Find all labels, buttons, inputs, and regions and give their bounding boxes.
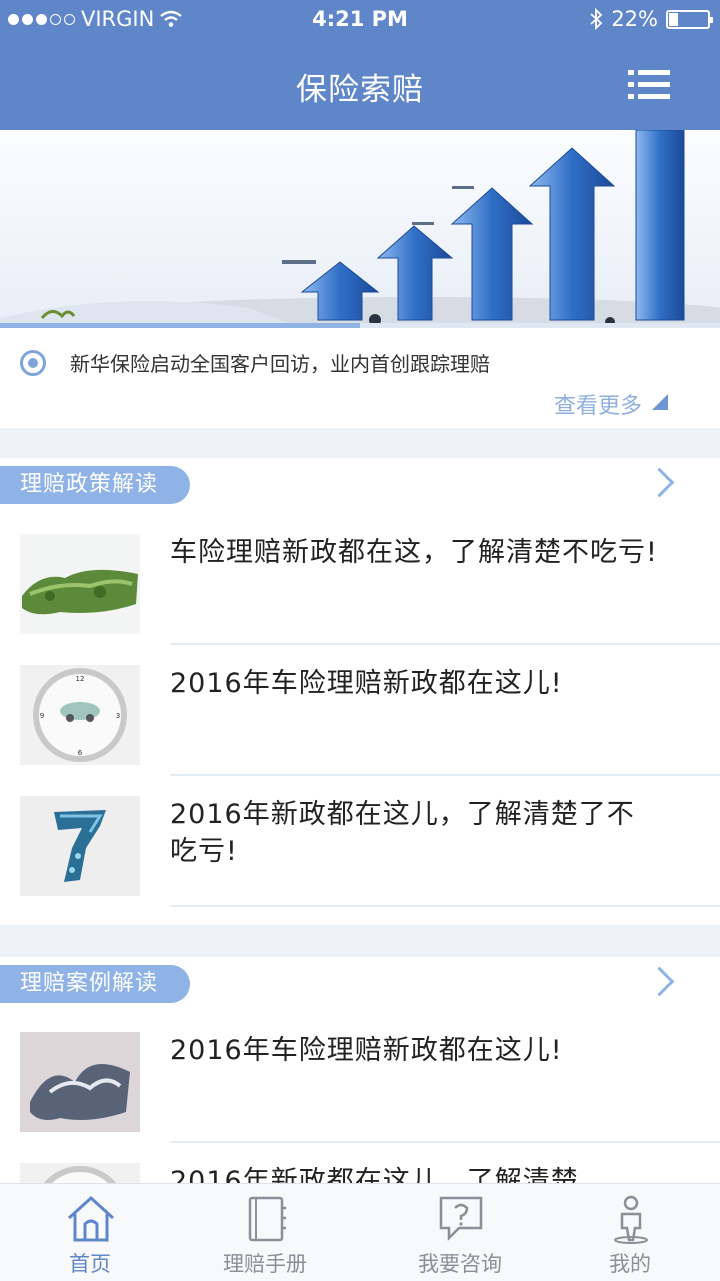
article-item[interactable]: 12 3 6 9 2016年车险理赔新政都在这儿!	[0, 645, 720, 776]
article-title: 2016年新政都在这儿，了解清楚了不吃亏!	[170, 799, 635, 867]
view-more-link[interactable]: 查看更多	[554, 388, 642, 420]
triangle-icon	[652, 394, 668, 410]
article-title: 2016年车险理赔新政都在这儿!	[170, 1035, 563, 1066]
svg-text:6: 6	[78, 749, 83, 757]
bottom-tab-bar: 首页 理赔手册 我要咨询 我的	[0, 1183, 720, 1281]
news-ticker[interactable]: 新华保险启动全国客户回访，业内首创跟踪理赔 查看更多	[0, 328, 720, 428]
tab-claims-manual[interactable]: 理赔手册	[175, 1184, 355, 1281]
chevron-right-icon[interactable]	[644, 467, 675, 498]
chevron-right-icon[interactable]	[644, 966, 675, 997]
article-thumbnail	[20, 796, 140, 896]
section-title: 理赔政策解读	[0, 466, 190, 504]
news-headline[interactable]: 新华保险启动全国客户回访，业内首创跟踪理赔	[70, 348, 490, 377]
svg-text:12: 12	[76, 675, 85, 683]
article-item[interactable]: 车险理赔新政都在这，了解清楚不吃亏!	[0, 514, 720, 645]
article-thumbnail: 12 3 6 9	[20, 665, 140, 765]
tab-label: 我要咨询	[418, 1252, 502, 1276]
tab-label: 理赔手册	[223, 1252, 307, 1276]
policy-section: 理赔政策解读 车险理赔新政都在这，了解清楚不吃亏! 12 3 6 9 2016年…	[0, 458, 720, 925]
battery-group: 22%	[589, 7, 713, 31]
bluetooth-icon	[590, 8, 603, 30]
notebook-icon	[248, 1196, 286, 1242]
article-thumbnail	[20, 1032, 140, 1132]
section-title: 理赔案例解读	[0, 965, 190, 1003]
svg-text:9: 9	[40, 712, 44, 720]
person-icon	[614, 1195, 648, 1244]
tab-label: 我的	[609, 1252, 651, 1276]
article-title: 2016年车险理赔新政都在这儿!	[170, 668, 563, 699]
banner-image	[0, 130, 720, 328]
case-section: 理赔案例解读 2016年车险理赔新政都在这儿! 2016年新政都在这儿，了解清楚	[0, 957, 720, 1183]
battery-icon	[666, 9, 713, 29]
svg-text:3: 3	[116, 712, 120, 720]
article-thumbnail	[20, 534, 140, 634]
article-title: 2016年新政都在这儿，了解清楚	[170, 1166, 579, 1183]
tab-home[interactable]: 首页	[0, 1184, 180, 1281]
section-divider	[0, 925, 720, 957]
nav-bar: 保险索赔	[0, 40, 720, 130]
tab-label: 首页	[69, 1252, 111, 1276]
status-bar: VIRGIN 4:21 PM 22%	[0, 0, 720, 40]
radio-dot-icon	[20, 350, 46, 376]
tab-consult[interactable]: 我要咨询	[370, 1184, 550, 1281]
article-item[interactable]: 2016年新政都在这儿，了解清楚	[0, 1143, 720, 1183]
banner-carousel[interactable]	[0, 130, 720, 328]
divider	[170, 905, 720, 907]
section-divider	[0, 428, 720, 458]
article-item[interactable]: 2016年车险理赔新政都在这儿!	[0, 1012, 720, 1143]
article-item[interactable]: 2016年新政都在这儿，了解清楚了不吃亏!	[0, 776, 720, 907]
home-icon	[67, 1195, 115, 1242]
battery-percent: 22%	[611, 7, 658, 31]
menu-list-icon[interactable]	[628, 70, 670, 100]
article-thumbnail	[20, 1163, 140, 1183]
page-title: 保险索赔	[296, 72, 424, 108]
question-chat-icon	[439, 1196, 483, 1242]
article-title: 车险理赔新政都在这，了解清楚不吃亏!	[170, 537, 658, 568]
tab-mine[interactable]: 我的	[540, 1184, 720, 1281]
